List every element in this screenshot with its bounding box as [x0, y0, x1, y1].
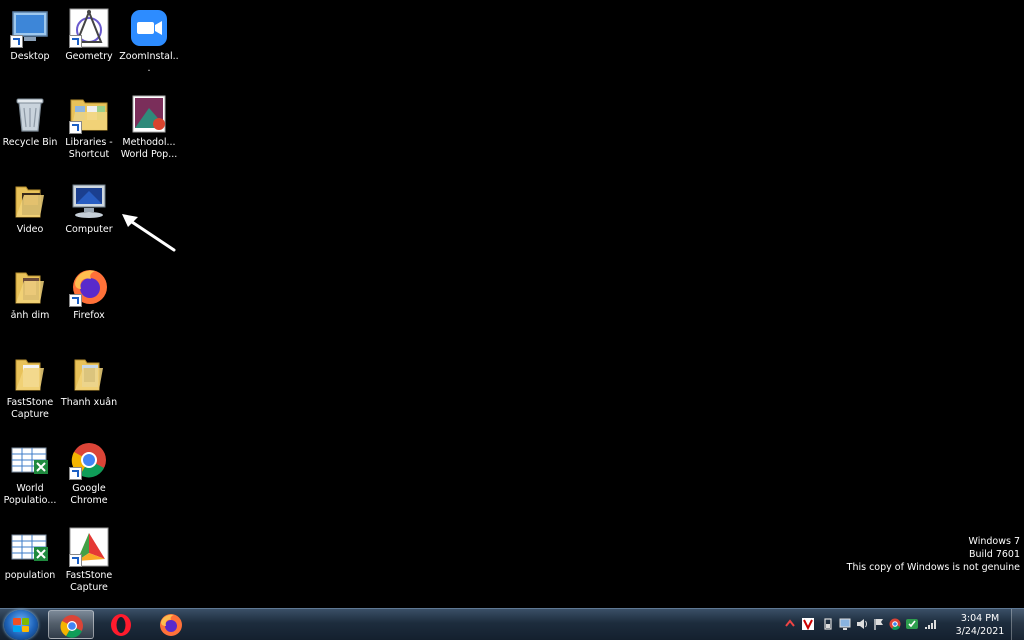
shortcut-arrow-icon [69, 35, 82, 48]
libraries-folder-icon [69, 94, 109, 134]
icon-label: Methodol... World Pop... [120, 137, 178, 160]
firefox-icon [160, 614, 182, 636]
shortcut-arrow-icon [10, 35, 23, 48]
desktop-icon-firefox[interactable]: Firefox [59, 263, 119, 322]
desktop-icon-geometry[interactable]: Geometry [59, 4, 119, 63]
show-hidden-icons-arrow-icon[interactable] [784, 618, 796, 630]
folder-icon [69, 354, 109, 394]
chrome-icon [69, 440, 109, 480]
windows-logo-icon [13, 618, 29, 632]
excel-file-icon [10, 440, 50, 480]
desktop-icon-anh-dim[interactable]: ảnh dim [0, 263, 60, 322]
opera-icon [111, 614, 131, 636]
show-desktop-button[interactable] [1011, 609, 1024, 640]
action-center-flag-icon[interactable] [873, 618, 885, 630]
desktop-icon-world-population[interactable]: World Populatio... [0, 436, 60, 507]
icon-label: FastStone Capture [6, 397, 54, 420]
desktop-icon-libraries-shortcut[interactable]: Libraries - Shortcut [59, 90, 119, 161]
desktop-area[interactable]: Desktop Recycle Bin Video ảnh dim FastSt… [0, 0, 1024, 608]
watermark-line-2: Build 7601 [968, 549, 1020, 560]
icon-label: Google Chrome [70, 483, 108, 506]
clock-time: 3:04 PM [960, 613, 1000, 624]
antivirus-icon[interactable] [802, 618, 814, 630]
icon-label: Recycle Bin [2, 137, 58, 148]
chrome-tray-icon[interactable] [889, 618, 901, 630]
desktop-icon-faststone-capture-folder[interactable]: FastStone Capture [0, 350, 60, 421]
windows-genuine-watermark: Windows 7 Build 7601 This copy of Window… [847, 535, 1020, 574]
shortcut-arrow-icon [69, 121, 82, 134]
taskbar-firefox-button[interactable] [148, 610, 194, 639]
watermark-line-3: This copy of Windows is not genuine [846, 562, 1020, 573]
icon-label: FastStone Capture [65, 570, 113, 593]
icon-label: Desktop [10, 51, 50, 62]
faststone-capture-icon [69, 527, 109, 567]
network-monitor-icon[interactable] [839, 618, 851, 630]
pointer-arrow-icon [122, 214, 176, 252]
desktop-icon-thanh-xuan[interactable]: Thanh xuân [59, 350, 119, 409]
desktop-icon-faststone-capture-app[interactable]: FastStone Capture [59, 523, 119, 594]
shortcut-arrow-icon [69, 294, 82, 307]
excel-file-icon [10, 527, 50, 567]
desktop-icon-population[interactable]: population [0, 523, 60, 582]
desktop-icon-video[interactable]: Video [0, 177, 60, 236]
icon-label: ZoomInstal... [119, 51, 179, 74]
watermark-line-1: Windows 7 [968, 536, 1020, 547]
desktop-monitor-icon [10, 8, 50, 48]
icon-label: World Populatio... [3, 483, 57, 506]
folder-icon [10, 267, 50, 307]
folder-icon [10, 354, 50, 394]
icon-label: Libraries - Shortcut [65, 137, 113, 160]
desktop-icon-google-chrome[interactable]: Google Chrome [59, 436, 119, 507]
computer-icon [69, 181, 109, 221]
wifi-signal-icon[interactable] [924, 618, 936, 630]
zoom-camera-icon [129, 8, 169, 48]
desktop-icon-recycle-bin[interactable]: Recycle Bin [0, 90, 60, 149]
clock-date: 3/24/2021 [955, 626, 1005, 637]
volume-icon[interactable] [856, 618, 868, 630]
icon-label: Thanh xuân [60, 397, 118, 408]
icon-label: Video [16, 224, 44, 235]
sync-check-icon[interactable] [906, 618, 918, 630]
taskbar-chrome-button[interactable] [48, 610, 94, 639]
desktop-icon-zoom-installer[interactable]: ZoomInstal... [119, 4, 179, 75]
icon-label: Computer [65, 224, 113, 235]
icon-label: Firefox [73, 310, 105, 321]
desktop-icon-desktop[interactable]: Desktop [0, 4, 60, 63]
start-button[interactable] [4, 610, 38, 640]
folder-icon [10, 181, 50, 221]
taskbar-opera-button[interactable] [98, 610, 144, 639]
shortcut-arrow-icon [69, 467, 82, 480]
desktop-icon-methodology-pdf[interactable]: Methodol... World Pop... [119, 90, 179, 161]
recycle-bin-icon [10, 94, 50, 134]
shortcut-arrow-icon [69, 554, 82, 567]
geometry-app-icon [69, 8, 109, 48]
taskbar-clock[interactable]: 3:04 PM 3/24/2021 [954, 612, 1006, 638]
icon-label: ảnh dim [10, 310, 50, 321]
system-tray [784, 609, 954, 640]
icon-label: Geometry [65, 51, 113, 62]
desktop-icon-computer[interactable]: Computer [59, 177, 119, 236]
icon-label: population [4, 570, 56, 581]
taskbar: 3:04 PM 3/24/2021 [0, 608, 1024, 640]
chrome-icon [60, 615, 83, 638]
battery-icon[interactable] [822, 618, 834, 630]
firefox-icon [69, 267, 109, 307]
pdf-document-icon [129, 94, 169, 134]
